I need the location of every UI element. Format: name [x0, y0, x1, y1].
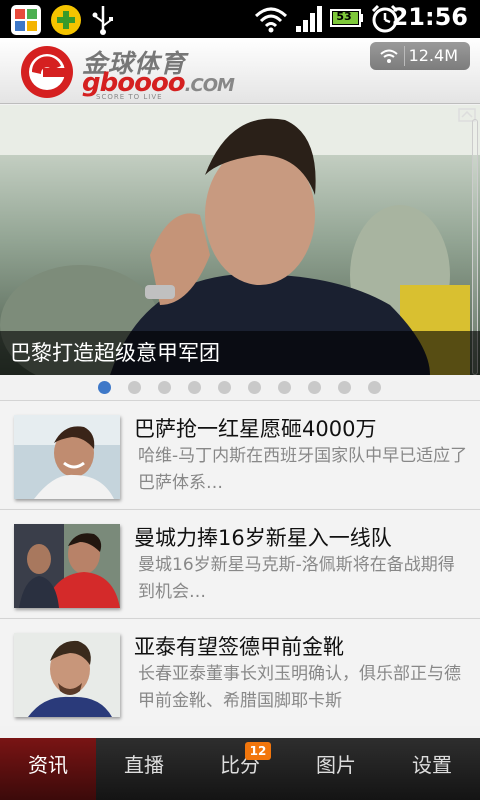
logo-tagline: SCORE TO LIVE [96, 93, 163, 101]
battery-icon: 53 [330, 9, 364, 27]
page-indicator [0, 376, 480, 398]
divider [404, 46, 405, 66]
logo-domain: .COM [184, 75, 235, 96]
news-summary: 曼城16岁新星马克斯-洛佩斯将在备战期得到机会… [138, 555, 455, 602]
page-dot[interactable] [158, 381, 171, 394]
hero-caption[interactable]: 巴黎打造超级意甲军团 [0, 331, 480, 375]
data-usage-value: 12.4M [408, 46, 458, 65]
news-title: 巴萨抢一红星愿砸4000万 [134, 417, 377, 441]
news-thumbnail [14, 633, 120, 717]
news-item[interactable]: 巴萨抢一红星愿砸4000万 哈维-马丁内斯在西班牙国家队中早已适应了巴萨体系… [0, 400, 480, 508]
wifi-icon [254, 4, 288, 38]
battery-level: 53 [336, 10, 352, 23]
tab-pictures[interactable]: 图片 [288, 738, 384, 800]
logo-icon [14, 44, 80, 104]
news-thumbnail [14, 524, 120, 608]
wifi-icon [380, 47, 398, 69]
plus-icon [50, 4, 82, 40]
page-dot[interactable] [218, 381, 231, 394]
news-summary: 长春亚泰董事长刘玉明确认，俱乐部正与德甲前金靴、希腊国脚耶卡斯 [138, 664, 461, 711]
news-title: 亚泰有望签德甲前金靴 [134, 635, 344, 659]
scores-count-badge: 12 [245, 742, 271, 760]
page-dot[interactable] [308, 381, 321, 394]
tab-news[interactable]: 资讯 [0, 738, 96, 800]
page-dot[interactable] [338, 381, 351, 394]
page-dot[interactable] [98, 381, 111, 394]
news-title: 曼城力捧16岁新星入一线队 [134, 526, 392, 550]
page-dot[interactable] [188, 381, 201, 394]
news-summary: 哈维-马丁内斯在西班牙国家队中早已适应了巴萨体系… [138, 446, 468, 493]
status-bar: 53 21:56 [0, 0, 480, 38]
page-dot[interactable] [128, 381, 141, 394]
app-icon [10, 4, 42, 40]
news-thumbnail [14, 415, 120, 499]
app-header: 金球体育 gboooo.COM SCORE TO LIVE 12.4M [0, 38, 480, 104]
news-item[interactable]: 亚泰有望签德甲前金靴 长春亚泰董事长刘玉明确认，俱乐部正与德甲前金靴、希腊国脚耶… [0, 618, 480, 726]
page-dot[interactable] [368, 381, 381, 394]
clock: 21:56 [391, 3, 468, 31]
signal-icon [294, 4, 324, 38]
page-dot[interactable] [278, 381, 291, 394]
hero-banner[interactable]: 巴黎打造超级意甲军团 [0, 105, 480, 375]
data-usage-badge[interactable]: 12.4M [370, 42, 470, 70]
usb-icon [90, 4, 116, 40]
tab-live[interactable]: 直播 [96, 738, 192, 800]
tab-settings[interactable]: 设置 [384, 738, 480, 800]
bottom-tab-bar: 资讯 直播 比分 图片 设置 [0, 738, 480, 800]
tab-scores[interactable]: 比分 [192, 738, 288, 800]
page-dot[interactable] [248, 381, 261, 394]
news-item[interactable]: 曼城力捧16岁新星入一线队 曼城16岁新星马克斯-洛佩斯将在备战期得到机会… [0, 509, 480, 617]
